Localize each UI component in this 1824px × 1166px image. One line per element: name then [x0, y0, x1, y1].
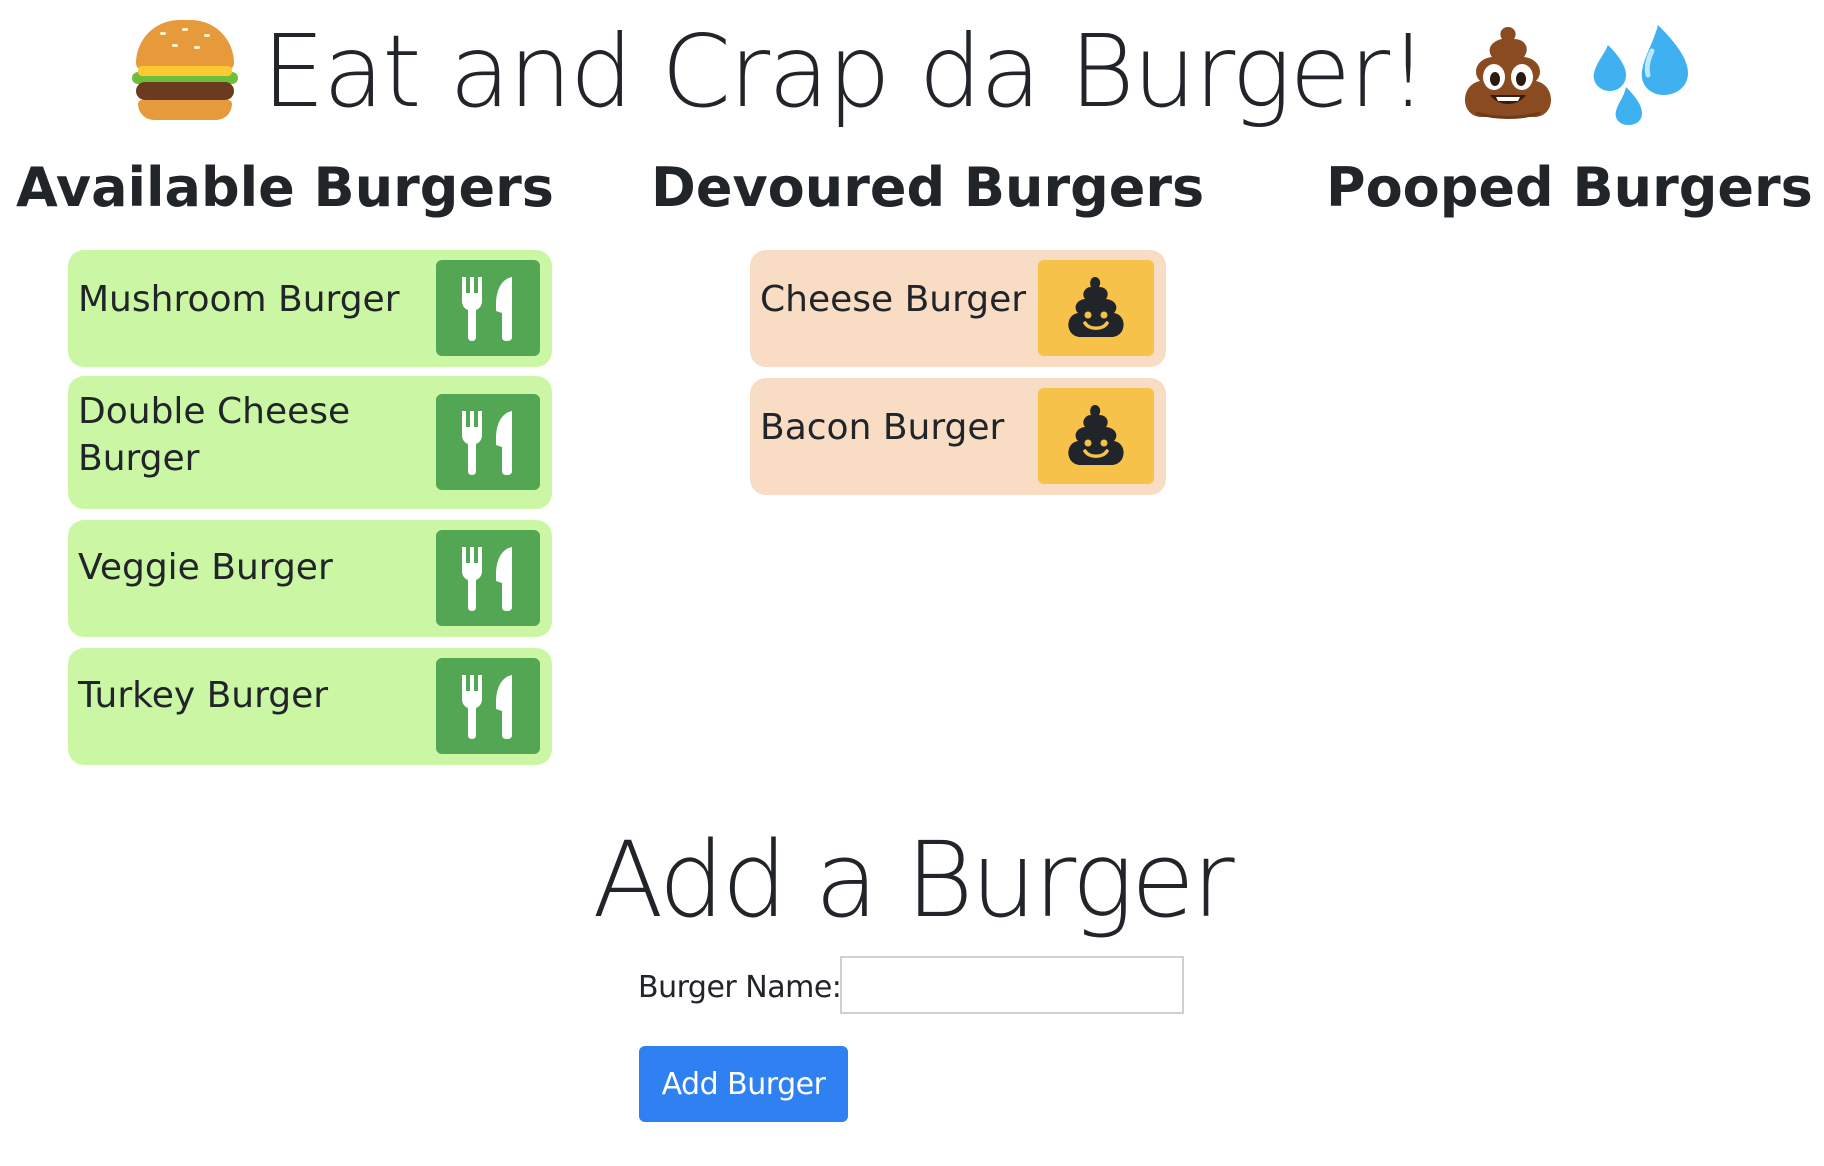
- burger-name: Double Cheese Burger: [78, 391, 351, 479]
- utensils-icon: [462, 411, 512, 475]
- poop-icon: [1068, 405, 1124, 465]
- available-burgers-heading: Available Burgers: [16, 156, 554, 219]
- available-burger-card: Mushroom Burger: [68, 250, 552, 367]
- devour-button[interactable]: [436, 394, 540, 490]
- poop-button[interactable]: [1038, 388, 1154, 484]
- devoured-burgers-heading: Devoured Burgers: [651, 156, 1205, 219]
- burger-name: Cheese Burger: [760, 279, 1027, 320]
- utensils-icon: [462, 277, 512, 341]
- burger-name-label: Burger Name:: [638, 970, 842, 1005]
- hamburger-icon: [130, 16, 240, 126]
- burger-name: Turkey Burger: [78, 675, 329, 716]
- add-burger-heading: Add a Burger: [592, 819, 1234, 941]
- page-title: Eat and Crap da Burger!: [0, 2, 1824, 142]
- pile-of-poo-icon: [1456, 21, 1560, 125]
- devoured-burger-card: Bacon Burger: [750, 378, 1166, 495]
- utensils-icon: [462, 547, 512, 611]
- burger-name-input[interactable]: [840, 956, 1184, 1014]
- poop-icon: [1068, 277, 1124, 337]
- utensils-icon: [462, 675, 512, 739]
- available-burger-card: Double Cheese Burger: [68, 376, 552, 509]
- pooped-burgers-heading: Pooped Burgers: [1326, 156, 1813, 219]
- devour-button[interactable]: [436, 260, 540, 356]
- sweat-droplets-icon: [1584, 21, 1694, 125]
- devour-button[interactable]: [436, 658, 540, 754]
- poop-button[interactable]: [1038, 260, 1154, 356]
- devoured-burger-card: Cheese Burger: [750, 250, 1166, 367]
- add-burger-button[interactable]: Add Burger: [639, 1046, 848, 1122]
- burger-name: Veggie Burger: [78, 547, 333, 588]
- burger-name: Mushroom Burger: [78, 279, 400, 320]
- burger-name: Bacon Burger: [760, 407, 1005, 448]
- available-burger-card: Turkey Burger: [68, 648, 552, 765]
- devour-button[interactable]: [436, 530, 540, 626]
- page-title-text: Eat and Crap da Burger!: [261, 13, 1428, 130]
- available-burger-card: Veggie Burger: [68, 520, 552, 637]
